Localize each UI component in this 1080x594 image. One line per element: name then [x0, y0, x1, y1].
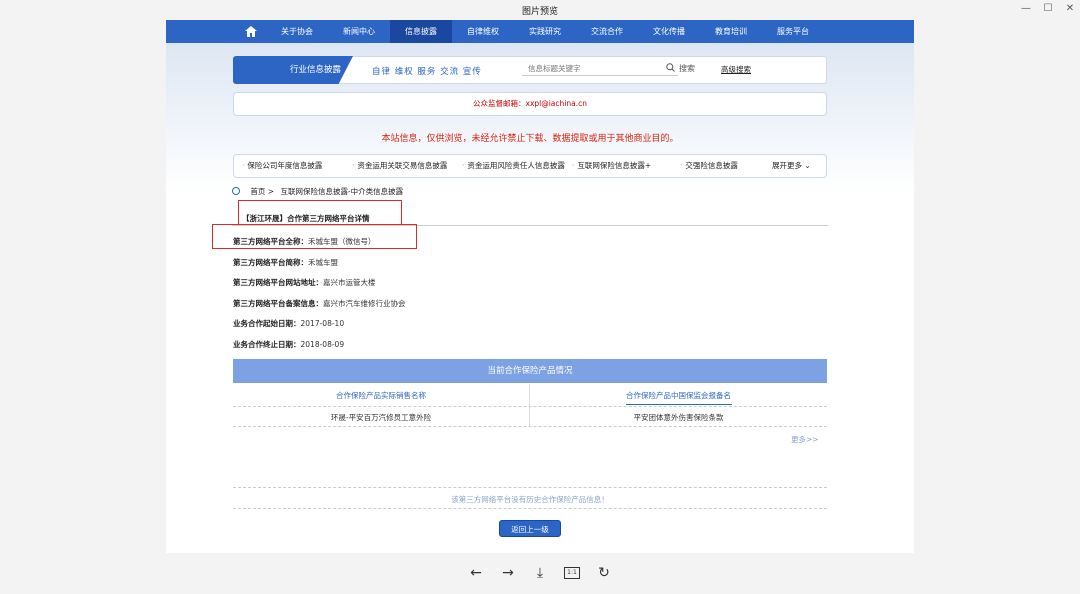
category-item[interactable]: · 资金运用关联交易信息披露	[352, 160, 456, 177]
home-outline-icon	[232, 187, 240, 195]
category-bar: · 保险公司年度信息披露 · 资金运用关联交易信息披露 · 资金运用风险责任人信息披露…	[233, 154, 827, 178]
table-cell-sales-name: 环晟-平安百万汽修员工意外险	[330, 413, 432, 422]
window-titlebar: 图片预览 — ☐ ✕	[0, 0, 1080, 20]
nav-disclosure[interactable]: 信息披露	[390, 20, 452, 43]
search-tab[interactable]: 行业信息披露	[233, 56, 353, 84]
row-divider	[233, 487, 827, 488]
field-platform-filing: 第三方网络平台备案信息：嘉兴市汽车维修行业协会	[233, 299, 406, 308]
row-divider	[233, 406, 827, 407]
download-icon[interactable]: ⤓	[530, 562, 550, 584]
supervision-email: 公众监督邮箱：xxpl@iachina.cn	[233, 92, 827, 116]
nav-culture[interactable]: 文化传播	[638, 20, 700, 43]
search-button[interactable]: 搜索	[666, 63, 695, 74]
column-underline	[626, 404, 732, 405]
nav-home[interactable]	[236, 20, 266, 43]
viewer-toolbar: ← → ⤓ 1:1 ↻	[460, 562, 620, 584]
expand-more-button[interactable]: 展开更多 ⌄	[772, 160, 826, 177]
nav-education[interactable]: 教育培训	[700, 20, 762, 43]
advanced-search-link[interactable]: 高级搜索	[721, 64, 751, 75]
nav-services[interactable]: 服务平台	[762, 20, 824, 43]
rotate-icon[interactable]: ↻	[594, 562, 614, 584]
nav-research[interactable]: 实践研究	[514, 20, 576, 43]
breadcrumb-current[interactable]: 互联网保险信息披露-中介类信息披露	[280, 187, 403, 196]
products-header: 当前合作保险产品情况	[233, 359, 827, 383]
column-header-filed-name: 合作保险产品中国保监会报备名	[626, 391, 731, 400]
actual-size-icon[interactable]: 1:1	[562, 562, 582, 584]
field-platform-shortname: 第三方网络平台简称：禾城车盟	[233, 258, 338, 267]
field-platform-address: 第三方网络平台网站地址：嘉兴市运管大楼	[233, 278, 376, 287]
more-link[interactable]: 更多>>	[791, 434, 819, 445]
nav-news[interactable]: 新闻中心	[328, 20, 390, 43]
next-arrow-icon[interactable]: →	[498, 562, 518, 584]
row-divider	[233, 508, 827, 509]
category-item[interactable]: · 保险公司年度信息披露	[242, 160, 346, 177]
search-bar: 行业信息披露 自律 维权 服务 交流 宣传 搜索 高级搜索	[233, 56, 827, 84]
search-icon	[666, 63, 675, 72]
minimize-button[interactable]: —	[1015, 2, 1037, 16]
column-header-sales-name: 合作保险产品实际销售名称	[336, 391, 426, 400]
highlight-box-title	[238, 200, 402, 225]
field-platform-fullname: 第三方网络平台全称：禾城车盟（微信号）	[233, 237, 376, 246]
window-title: 图片预览	[521, 7, 558, 17]
close-button[interactable]: ✕	[1059, 2, 1080, 16]
nav-self-regulation[interactable]: 自律维权	[452, 20, 514, 43]
copyright-notice: 本站信息，仅供浏览，未经允许禁止下载、数据提取或用于其他商业目的。	[381, 134, 679, 144]
category-item[interactable]: · 资金运用风险责任人信息披露	[462, 160, 566, 177]
preview-image: 关于协会 新闻中心 信息披露 自律维权 实践研究 交流合作 文化传播 教育培训 …	[166, 20, 914, 553]
slogan: 自律 维权 服务 交流 宣传	[372, 67, 482, 77]
no-history-message: 该第三方网络平台没有历史合作保险产品信息！	[451, 495, 609, 504]
maximize-button[interactable]: ☐	[1037, 2, 1059, 16]
breadcrumb-home[interactable]: 首页 >	[250, 187, 274, 196]
top-nav: 关于协会 新闻中心 信息披露 自律维权 实践研究 交流合作 文化传播 教育培训 …	[166, 20, 914, 43]
category-item[interactable]: · 交强险信息披露	[680, 160, 766, 177]
prev-arrow-icon[interactable]: ←	[466, 562, 486, 584]
table-cell-filed-name: 平安团体意外伤害保险条款	[633, 413, 724, 422]
category-item[interactable]: · 互联网保险信息披露+	[572, 160, 676, 177]
nav-exchange[interactable]: 交流合作	[576, 20, 638, 43]
back-button[interactable]: 返回上一级	[499, 520, 561, 537]
home-icon	[245, 26, 257, 37]
nav-about[interactable]: 关于协会	[266, 20, 328, 43]
search-button-label: 搜索	[679, 64, 695, 73]
field-end-date: 业务合作终止日期：2018-08-09	[233, 340, 345, 349]
search-input[interactable]	[522, 62, 678, 76]
field-start-date: 业务合作起始日期：2017-08-10	[233, 319, 345, 328]
breadcrumb: 首页 > 互联网保险信息披露-中介类信息披露	[232, 186, 407, 197]
row-divider	[233, 426, 827, 427]
